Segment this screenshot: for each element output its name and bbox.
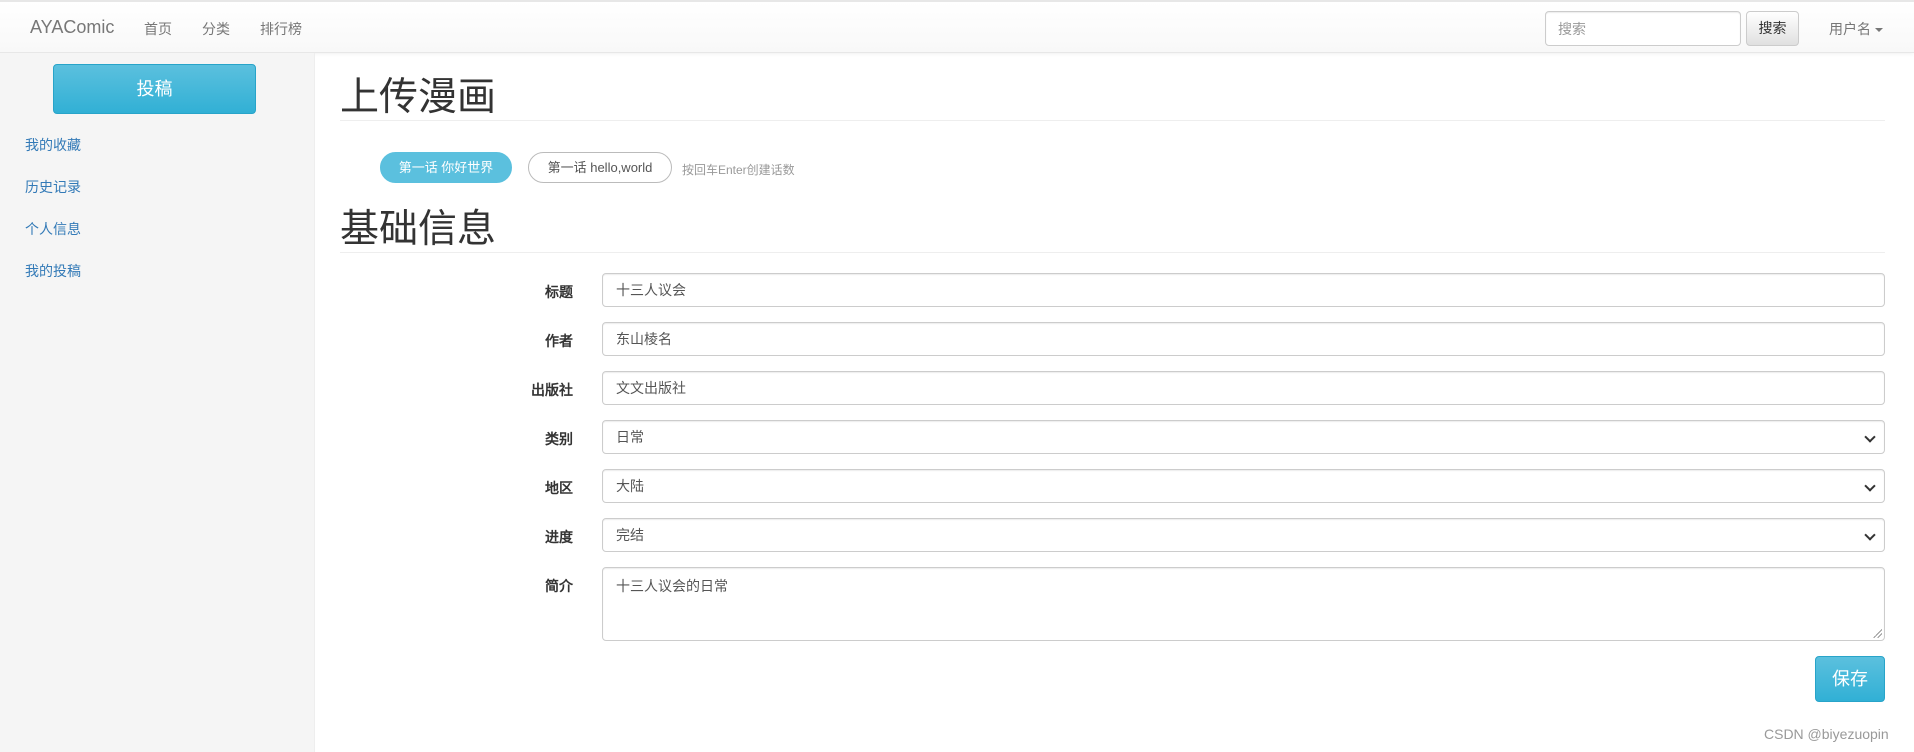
author-label: 作者	[545, 333, 573, 349]
user-menu-label: 用户名	[1829, 21, 1871, 37]
progress-select-value: 完结	[616, 527, 644, 543]
title-field-value: 十三人议会	[616, 282, 686, 298]
top-navbar: AYAComic 首页 分类 排行榜 搜索 用户名	[0, 0, 1914, 53]
chapter-tag-active[interactable]: 第一话 你好世界	[380, 152, 512, 183]
publisher-field-value: 文文出版社	[616, 380, 686, 396]
publisher-label: 出版社	[531, 382, 573, 398]
chapter-hint: 按回车Enter创建话数	[682, 163, 795, 177]
summary-textarea[interactable]: 十三人议会的日常	[602, 567, 1885, 641]
sidebar: 投稿 我的收藏 历史记录 个人信息 我的投稿	[0, 53, 315, 752]
resize-grip-icon[interactable]	[1872, 628, 1882, 638]
title-label: 标题	[545, 284, 573, 300]
submit-button[interactable]: 投稿	[53, 64, 256, 114]
nav-home[interactable]: 首页	[144, 19, 172, 39]
author-field-value: 东山棱名	[616, 331, 672, 347]
section-title-basic-info: 基础信息	[340, 208, 497, 251]
publisher-field[interactable]: 文文出版社	[602, 371, 1885, 405]
category-label: 类别	[545, 431, 573, 447]
search-input[interactable]	[1545, 11, 1741, 46]
nav-category[interactable]: 分类	[202, 19, 230, 39]
category-select-value: 日常	[616, 429, 644, 445]
sidebar-item-favorites[interactable]: 我的收藏	[25, 135, 81, 155]
sidebar-item-profile[interactable]: 个人信息	[25, 219, 81, 239]
title-field[interactable]: 十三人议会	[602, 273, 1885, 307]
watermark: CSDN @biyezuopin	[1764, 726, 1889, 742]
region-label: 地区	[545, 480, 573, 496]
page-title: 上传漫画	[340, 76, 497, 119]
save-button[interactable]: 保存	[1815, 656, 1885, 702]
progress-label: 进度	[545, 529, 573, 545]
chapter-tag[interactable]: 第一话 hello,world	[528, 152, 672, 183]
chevron-down-icon	[1864, 480, 1876, 492]
chevron-down-icon	[1864, 529, 1876, 541]
summary-label: 简介	[545, 578, 573, 594]
sidebar-item-history[interactable]: 历史记录	[25, 177, 81, 197]
divider	[340, 120, 1885, 121]
chevron-down-icon	[1864, 431, 1876, 443]
search-button[interactable]: 搜索	[1746, 11, 1799, 46]
summary-textarea-value: 十三人议会的日常	[616, 578, 728, 594]
nav-ranking[interactable]: 排行榜	[260, 19, 302, 39]
sidebar-item-my-submissions[interactable]: 我的投稿	[25, 261, 81, 281]
user-menu[interactable]: 用户名	[1829, 19, 1883, 39]
progress-select[interactable]: 完结	[602, 518, 1885, 552]
divider	[340, 252, 1885, 253]
caret-down-icon	[1875, 28, 1883, 33]
region-select[interactable]: 大陆	[602, 469, 1885, 503]
category-select[interactable]: 日常	[602, 420, 1885, 454]
author-field[interactable]: 东山棱名	[602, 322, 1885, 356]
brand-logo[interactable]: AYAComic	[30, 17, 114, 38]
region-select-value: 大陆	[616, 478, 644, 494]
